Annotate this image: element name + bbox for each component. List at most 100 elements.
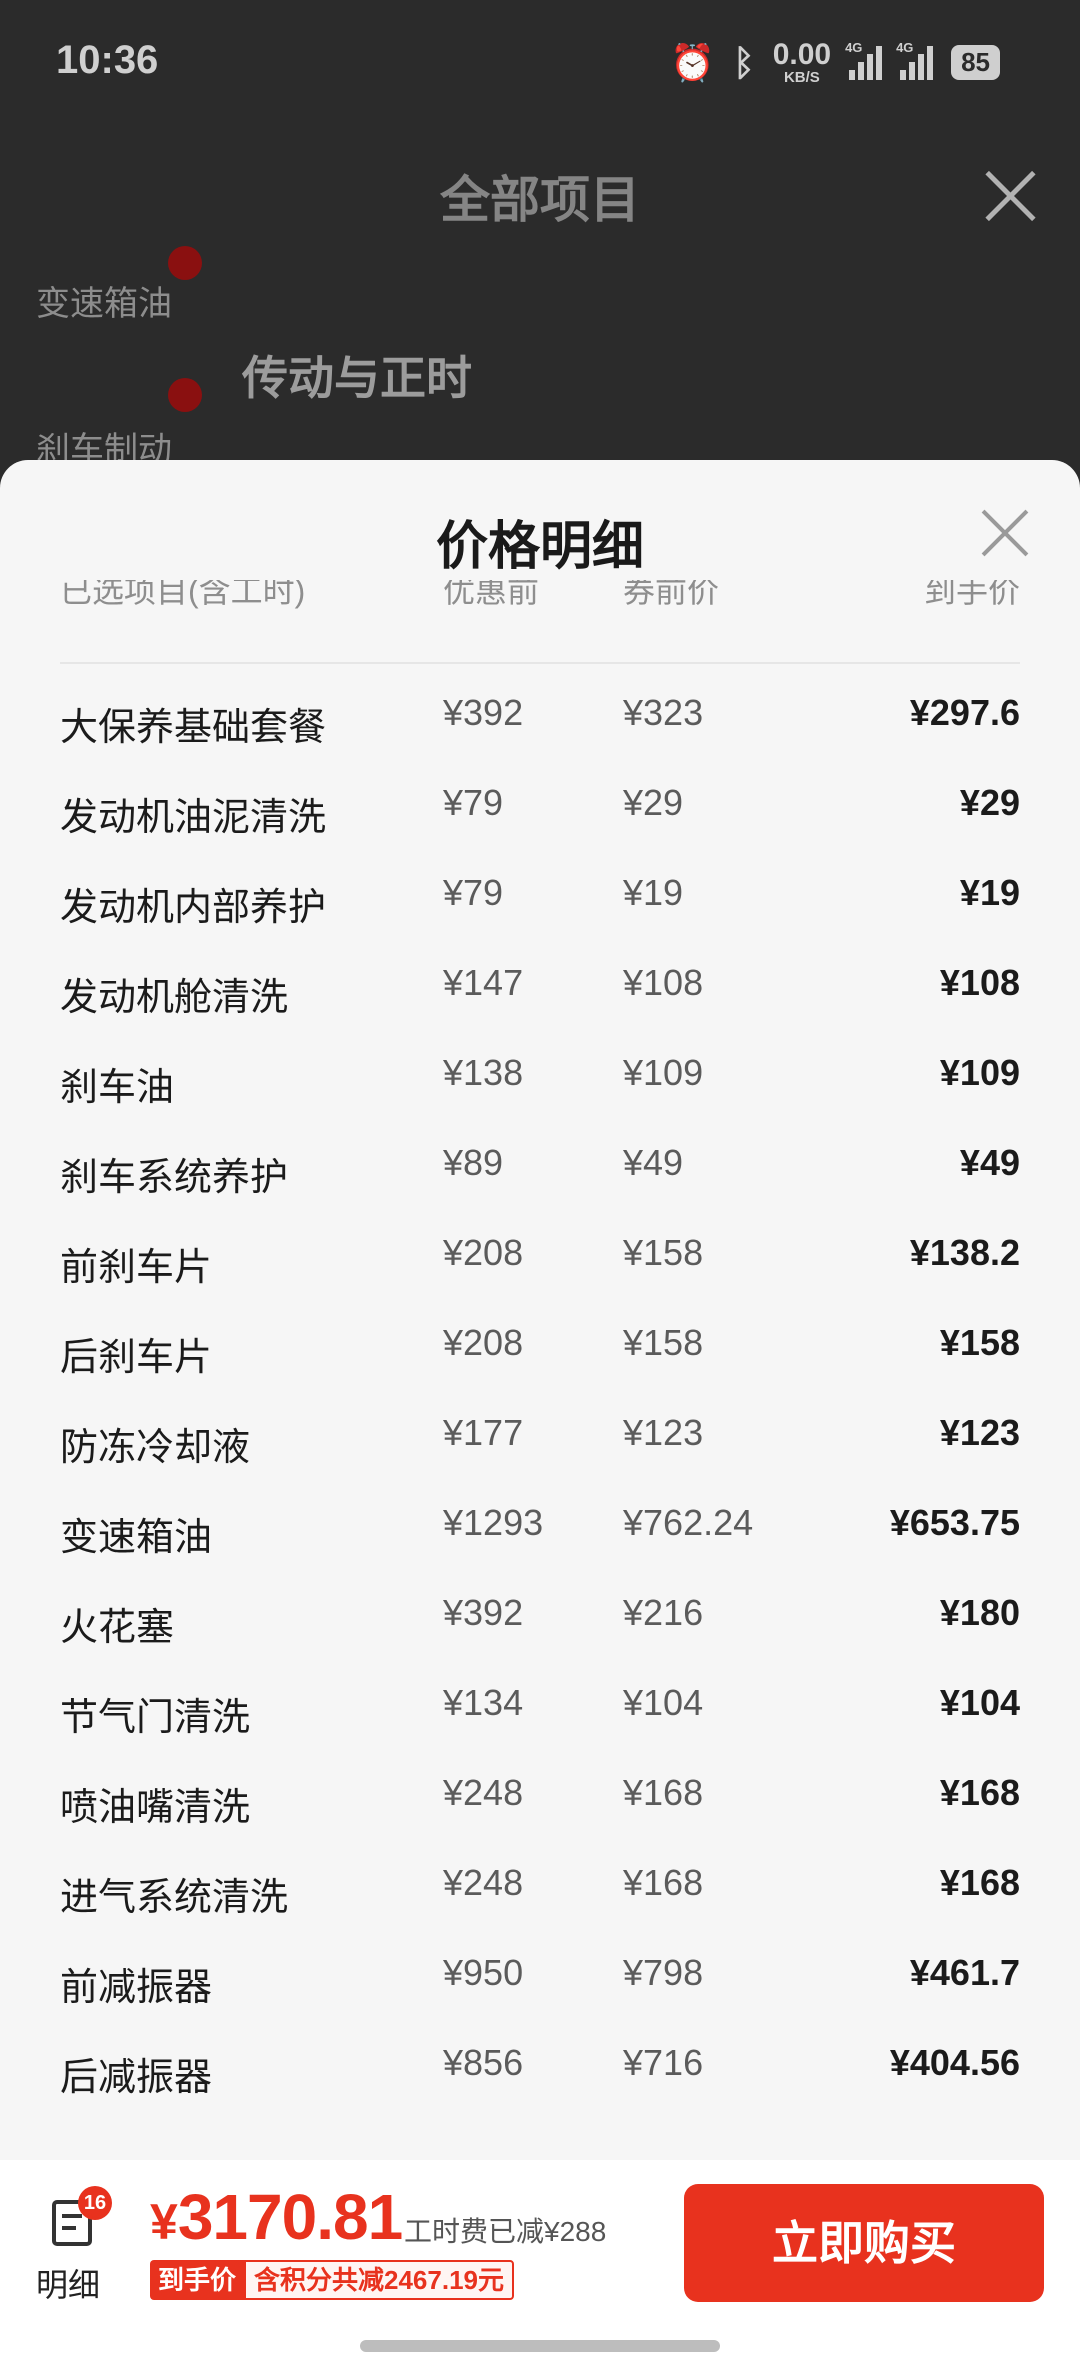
category-dot (168, 246, 202, 280)
alarm-icon: ⏰ (670, 41, 716, 83)
original-price: ¥392 (443, 692, 524, 733)
original-price: ¥208 (443, 1232, 524, 1273)
final-price: ¥108 (939, 962, 1020, 1003)
original-price: ¥89 (443, 1142, 504, 1183)
final-price: ¥168 (939, 1772, 1020, 1813)
original-price: ¥79 (443, 782, 504, 823)
item-name: 火花塞 (60, 1607, 175, 1649)
item-name: 防冻冷却液 (60, 1427, 251, 1469)
item-name: 喷油嘴清洗 (60, 1787, 251, 1829)
final-price: ¥297.6 (909, 692, 1020, 733)
table-row: 刹车油 ¥138 ¥109 ¥109 (60, 1052, 1020, 1146)
coupon-price: ¥123 (623, 1412, 704, 1453)
coupon-price: ¥49 (623, 1142, 684, 1183)
final-price: ¥138.2 (909, 1232, 1020, 1273)
original-price: ¥950 (443, 1952, 524, 1993)
header-divider (60, 662, 1020, 664)
table-header: 已选项目(含工时) 优惠前 券前价 到手价 (60, 580, 1020, 626)
item-name: 后刹车片 (60, 1337, 213, 1379)
sheet-title: 价格明细 (435, 518, 644, 576)
battery-icon: 85 (951, 45, 1000, 80)
buy-now-button[interactable]: 立即购买 (684, 2184, 1044, 2302)
labor-discount-note: 工时费已减¥288 (404, 2216, 607, 2247)
item-name: 刹车油 (60, 1067, 175, 1109)
coupon-price: ¥323 (623, 692, 704, 733)
item-name: 发动机舱清洗 (60, 977, 289, 1019)
final-price: ¥109 (939, 1052, 1020, 1093)
total-price-value: 3170.81 (177, 2181, 403, 2253)
item-name: 刹车系统养护 (60, 1157, 289, 1199)
item-name: 发动机内部养护 (60, 887, 327, 929)
price-tag-group: 到手价 含积分共减2467.19元 (150, 2260, 514, 2300)
table-row: 防冻冷却液 ¥177 ¥123 ¥123 (60, 1412, 1020, 1506)
final-price: ¥49 (959, 1142, 1020, 1183)
original-price: ¥177 (443, 1412, 524, 1453)
final-price: ¥123 (939, 1412, 1020, 1453)
final-price: ¥180 (939, 1592, 1020, 1633)
coupon-price: ¥108 (623, 962, 704, 1003)
original-price: ¥248 (443, 1862, 524, 1903)
table-row: 后减振器 ¥856 ¥716 ¥404.56 (60, 2042, 1020, 2136)
final-price: ¥653.75 (889, 1502, 1020, 1543)
table-row: 发动机油泥清洗 ¥79 ¥29 ¥29 (60, 782, 1020, 876)
table-row: 节气门清洗 ¥134 ¥104 ¥104 (60, 1682, 1020, 1776)
net-speed-unit: KB/S (783, 69, 820, 86)
original-price: ¥392 (443, 1592, 524, 1633)
table-row: 前减振器 ¥950 ¥798 ¥461.7 (60, 1952, 1020, 2046)
status-time: 10:36 (56, 38, 159, 82)
net-speed: 0.00 KB/S (772, 38, 832, 86)
final-price: ¥404.56 (889, 2042, 1020, 2083)
coupon-price: ¥104 (623, 1682, 704, 1723)
coupon-price: ¥109 (623, 1052, 704, 1093)
coupon-price: ¥168 (623, 1772, 704, 1813)
table-row: 前刹车片 ¥208 ¥158 ¥138.2 (60, 1232, 1020, 1326)
final-price: ¥104 (939, 1682, 1020, 1723)
item-name: 变速箱油 (60, 1517, 213, 1559)
home-indicator[interactable] (360, 2340, 720, 2352)
coupon-price: ¥716 (623, 2042, 704, 2083)
column-header-coupon: 券前价 (623, 580, 720, 609)
table-row: 大保养基础套餐 ¥392 ¥323 ¥297.6 (60, 692, 1020, 786)
item-name: 大保养基础套餐 (60, 707, 327, 749)
detail-button[interactable]: 16 明细 (36, 2186, 112, 2303)
final-price: ¥29 (959, 782, 1020, 823)
coupon-price: ¥168 (623, 1862, 704, 1903)
table-row: 刹车系统养护 ¥89 ¥49 ¥49 (60, 1142, 1020, 1236)
net-speed-value: 0.00 (772, 38, 832, 71)
coupon-price: ¥158 (623, 1322, 704, 1363)
close-icon[interactable] (978, 506, 1032, 560)
bluetooth-icon: ᛒ (733, 41, 755, 83)
table-row: 发动机内部养护 ¥79 ¥19 ¥19 (60, 872, 1020, 966)
signal-icon-sim1: 4G (845, 40, 883, 80)
final-price: ¥158 (939, 1322, 1020, 1363)
item-name: 前减振器 (60, 1967, 213, 2009)
status-icons: ⏰ ᛒ 0.00 KB/S 4G 4G 85 (670, 40, 1000, 85)
original-price: ¥248 (443, 1772, 524, 1813)
coupon-price: ¥158 (623, 1232, 704, 1273)
background-section-title: 传动与正时 (242, 352, 472, 404)
original-price: ¥134 (443, 1682, 524, 1723)
sidebar-item-gearbox-oil[interactable]: 变速箱油 (36, 276, 172, 325)
original-price: ¥79 (443, 872, 504, 913)
status-bar: 10:36 ⏰ ᛒ 0.00 KB/S 4G 4G 85 (0, 0, 1080, 120)
discount-summary-tag: 含积分共减2467.19元 (244, 2260, 514, 2300)
column-header-original: 优惠前 (443, 580, 540, 609)
sim1-network-label: 4G (845, 39, 863, 55)
sim2-network-label: 4G (896, 39, 914, 55)
background-page-title: 全部项目 (440, 172, 640, 228)
currency-symbol: ¥ (150, 2194, 178, 2250)
table-row: 进气系统清洗 ¥248 ¥168 ¥168 (60, 1862, 1020, 1956)
price-table: 大保养基础套餐 ¥392 ¥323 ¥297.6 发动机油泥清洗 ¥79 ¥29… (60, 692, 1020, 2136)
item-name: 后减振器 (60, 2057, 213, 2099)
original-price: ¥147 (443, 962, 524, 1003)
item-name: 节气门清洗 (60, 1697, 251, 1739)
original-price: ¥856 (443, 2042, 524, 2083)
signal-icon-sim2: 4G (896, 40, 934, 80)
item-name: 进气系统清洗 (60, 1877, 289, 1919)
background-close-icon[interactable] (980, 165, 1040, 225)
detail-label: 明细 (36, 2267, 101, 2303)
original-price: ¥1293 (443, 1502, 544, 1543)
coupon-price: ¥798 (623, 1952, 704, 1993)
category-dot (168, 378, 202, 412)
total-price: ¥ 3170.81 (150, 2180, 403, 2254)
